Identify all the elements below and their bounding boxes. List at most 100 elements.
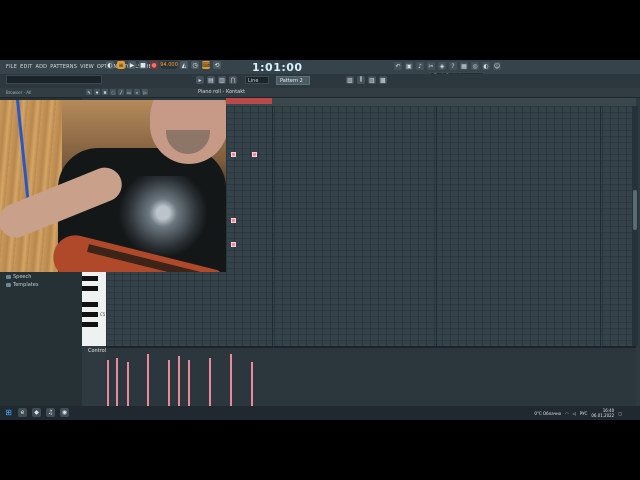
browser-item-label: Speech [13,274,32,280]
panel-headers: Browser - All ✎ ♦ ✖ ◌ ╱ ▭ ⌕ ▷ Piano roll… [0,88,640,98]
save-icon[interactable]: ▣ [405,62,413,70]
help-icon[interactable]: ? [449,62,457,70]
velocity-bar[interactable] [251,362,253,410]
view-buttons: ▸ ▤ ▥ ⋂ [196,76,237,84]
globe-icon[interactable]: ◎ [471,62,479,70]
velocity-bar[interactable] [147,354,149,410]
browser-icon[interactable]: ▨ [368,76,376,84]
piano-roll-icon[interactable]: ▧ [346,76,354,84]
pencil-icon[interactable]: ✎ [86,89,92,95]
toolbar-row-2: ▸ ▤ ▥ ⋂ Line Pattern 2 ▧ ⫼ ▨ ▩ [0,74,640,88]
velocity-bar[interactable] [168,360,170,410]
loop-record-icon[interactable]: ⟲ [213,61,221,69]
black-key[interactable] [82,302,98,307]
wait-record-icon[interactable]: ◷ [191,61,199,69]
playback-icon[interactable]: ▷ [142,89,148,95]
velocity-bar[interactable] [127,362,129,410]
news-icon[interactable]: ◐ [482,62,490,70]
channel-rack-icon[interactable]: ▥ [218,76,226,84]
clock[interactable]: 16:40 06.01.2022 [591,408,614,418]
event-editor[interactable] [106,346,636,410]
menu-add[interactable]: ADD [35,64,47,70]
note[interactable] [231,218,236,223]
zoom-icon[interactable]: ⌕ [134,89,140,95]
fl-studio-icon[interactable]: ♫ [46,408,55,417]
browser-search-field[interactable] [6,75,102,84]
browser-item-templates[interactable]: Templates [6,282,38,288]
event-editor-label[interactable]: Control [88,348,106,354]
obs-icon[interactable]: ◉ [60,408,69,417]
cpu-icon[interactable]: ▦ [460,62,468,70]
menu-view[interactable]: VIEW [80,64,94,70]
folder-icon [6,275,11,279]
typing-keyboard-icon[interactable]: ⌨ [202,61,210,69]
edge-icon[interactable]: e [18,408,27,417]
browser-item-speech[interactable]: Speech [6,274,31,280]
stop-button[interactable]: ■ [139,61,147,69]
velocity-bar[interactable] [188,360,190,410]
slice-icon[interactable]: ╱ [118,89,124,95]
master-volume-icon[interactable]: ◐ [106,61,114,69]
window-shortcuts: ↶ ▣ ♪ ✂ ◈ ? ▦ ◎ ◐ ☺ [394,62,501,70]
bar-line [436,106,437,346]
playlist-icon[interactable]: ▤ [207,76,215,84]
snap-select[interactable]: Line [245,76,269,84]
velocity-bar[interactable] [178,356,180,410]
speaker-icon[interactable]: ◁ [573,411,576,416]
scissors-icon[interactable]: ✂ [427,62,435,70]
piano-roll-title: Piano roll - Kontakt [198,89,246,95]
note[interactable] [231,242,236,247]
language-indicator[interactable]: РУС [580,411,588,416]
note[interactable] [231,152,236,157]
webcam-overlay [0,100,226,272]
undo-icon[interactable]: ↶ [394,62,402,70]
note[interactable] [252,152,257,157]
notifications-icon[interactable]: ▢ [618,411,622,416]
folder-icon [6,283,11,287]
velocity-bar[interactable] [107,360,109,410]
black-key[interactable] [82,322,98,327]
channel-icon[interactable]: ▩ [379,76,387,84]
delete-icon[interactable]: ✖ [102,89,108,95]
piano-keyboard[interactable] [82,270,106,346]
loop-region-marker[interactable] [226,98,272,104]
metronome-icon[interactable]: ◭ [180,61,188,69]
play-button[interactable]: ▶ [128,61,136,69]
select-icon[interactable]: ▭ [126,89,132,95]
transport-controls: ◐ ≡ ▶ ■ ● 94.000 ◭ ◷ ⌨ ⟲ [106,61,221,69]
scrollbar-thumb[interactable] [633,190,637,230]
brush-icon[interactable]: ♦ [94,89,100,95]
black-key[interactable] [82,286,98,291]
mute-icon[interactable]: ◌ [110,89,116,95]
menu-edit[interactable]: EDIT [20,64,32,70]
pattern-mode-button[interactable]: ≡ [117,61,125,69]
arrow-right-icon[interactable]: ▸ [196,76,204,84]
octave-label: C5 [100,312,106,317]
song-position-display: 1:01:00 [252,61,303,74]
account-icon[interactable]: ☺ [493,62,501,70]
bar-line [272,106,273,346]
browser-tab[interactable]: Browser - All [6,88,31,97]
messenger-icon[interactable]: ◆ [32,408,41,417]
plugin-icon[interactable]: ◈ [438,62,446,70]
wifi-icon[interactable]: ◠ [565,411,569,416]
weather-widget[interactable]: 0°C Облачно [534,411,561,416]
bpm-display[interactable]: 94.000 [160,61,178,69]
mic-icon[interactable]: ♪ [416,62,424,70]
windows-start-icon[interactable]: ⊞ [4,408,13,417]
record-button[interactable]: ● [150,61,158,69]
menu-file[interactable]: FILE [6,64,17,70]
bar-line [600,106,601,346]
mixer-icon[interactable]: ⫼ [357,76,365,84]
velocity-bar[interactable] [209,358,211,410]
black-key[interactable] [82,312,98,317]
pattern-selector[interactable]: Pattern 2 [276,76,310,85]
velocity-bar[interactable] [116,358,118,410]
piano-roll-tools: ✎ ♦ ✖ ◌ ╱ ▭ ⌕ ▷ [86,89,148,95]
taskbar-apps: ⊞ e ◆ ♫ ◉ [4,408,69,417]
webcam-shirt-print [118,176,208,258]
magnet-icon[interactable]: ⋂ [229,76,237,84]
menu-patterns[interactable]: PATTERNS [50,64,77,70]
velocity-bar[interactable] [230,354,232,410]
black-key[interactable] [82,276,98,281]
